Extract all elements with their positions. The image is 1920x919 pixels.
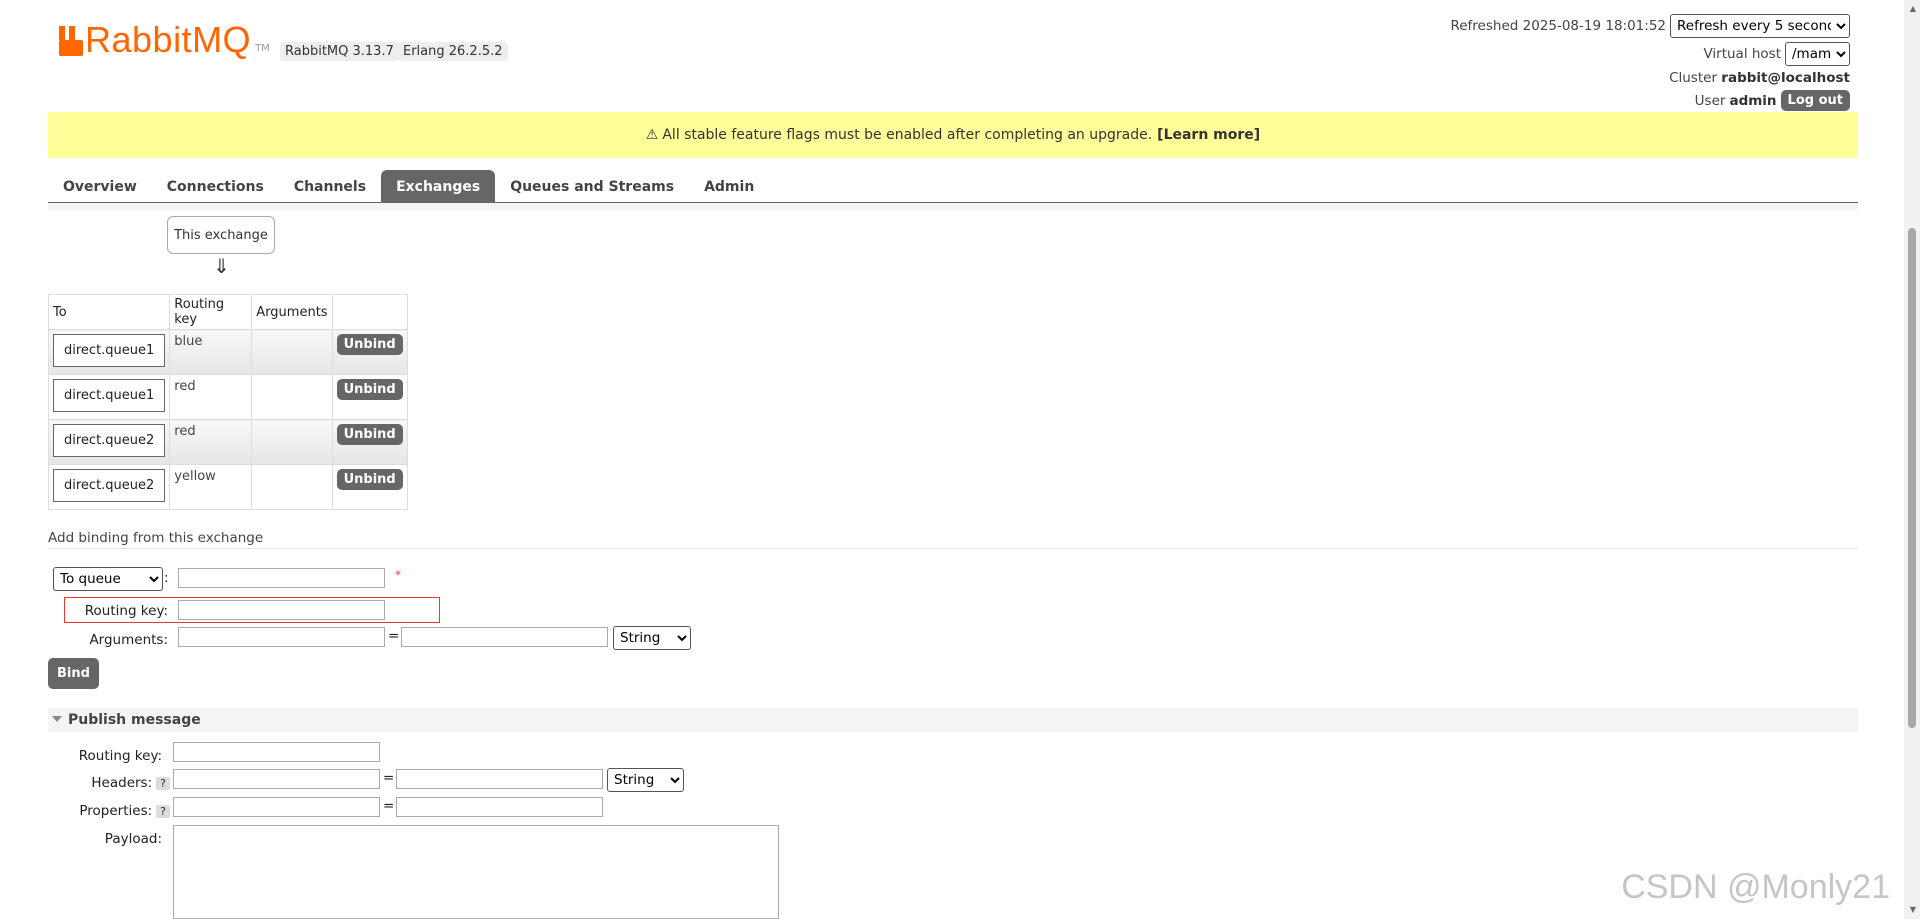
argument-value-input[interactable] [401,627,608,647]
watermark: CSDN @Monly21 [1621,868,1890,906]
rabbitmq-version-badge: RabbitMQ 3.13.7 [280,42,399,61]
table-row: direct.queue2 red Unbind [47,419,408,465]
required-mark: * [395,568,401,582]
destination-queue-input[interactable] [178,568,385,588]
binding-routing-key: red [169,419,253,465]
refresh-interval-select[interactable]: Refresh every 5 seconds [1670,14,1850,38]
virtual-host-label: Virtual host [1703,46,1781,62]
binding-arguments [251,419,333,465]
binding-destination[interactable]: direct.queue2 [53,469,166,502]
rabbitmq-logo-icon [59,26,83,56]
payload-textarea[interactable] [173,825,779,919]
argument-type-select[interactable]: String [613,626,691,650]
equals-sign: = [388,628,400,644]
colon: : [164,570,169,586]
virtual-host-row: Virtual host /mamf [1703,42,1850,66]
bind-button[interactable]: Bind [48,658,99,689]
tab-admin[interactable]: Admin [689,170,769,202]
learn-more-link[interactable]: [Learn more] [1157,127,1260,143]
routing-key-label: Routing key: [84,603,168,619]
publish-message-toggle[interactable]: Publish message [52,712,201,728]
publish-message-title: Publish message [68,712,201,728]
col-routing-key: Routing key [169,294,253,330]
routing-key-input[interactable] [178,600,385,620]
publish-routing-key-label: Routing key: [78,748,162,764]
user-value: admin [1729,92,1777,109]
unbind-button[interactable]: Unbind [336,469,403,490]
erlang-version-badge: Erlang 26.2.5.2 [398,42,508,61]
tab-queues-and-streams[interactable]: Queues and Streams [495,170,689,202]
property-key-input[interactable] [173,797,380,817]
tab-channels[interactable]: Channels [279,170,381,202]
equals-sign: = [383,798,395,814]
refresh-row: Refreshed 2025-08-19 18:01:52 Refresh ev… [1450,14,1850,38]
publish-routing-key-input[interactable] [173,742,380,762]
tab-overview[interactable]: Overview [48,170,152,202]
headers-label: Headers: [91,775,153,791]
tab-exchanges[interactable]: Exchanges [381,170,496,202]
binding-arguments [251,329,333,375]
properties-label: Properties: [79,803,153,819]
binding-destination[interactable]: direct.queue1 [53,334,166,367]
feature-flags-banner: ⚠ All stable feature flags must be enabl… [48,112,1858,158]
cluster-row: Cluster rabbit@localhost [1669,70,1850,86]
bindings-table: To Routing key Arguments direct.queue1 b… [47,294,408,510]
properties-help-icon[interactable]: ? [156,805,170,818]
binding-routing-key: yellow [169,464,253,510]
binding-destination[interactable]: direct.queue2 [53,424,166,457]
scroll-down-icon[interactable]: ▼ [1910,905,1916,914]
user-label: User [1694,92,1726,109]
cluster-value: rabbit@localhost [1721,70,1850,86]
property-value-input[interactable] [396,797,603,817]
scrollbar-thumb[interactable] [1908,228,1916,728]
scroll-up-icon[interactable]: ▲ [1910,4,1916,13]
unbind-button[interactable]: Unbind [336,424,403,445]
binding-arguments [251,464,333,510]
logout-button[interactable]: Log out [1780,90,1850,111]
binding-arguments [251,374,333,420]
header-type-select[interactable]: String [607,768,684,792]
header-value-input[interactable] [396,769,603,789]
unbind-button[interactable]: Unbind [336,379,403,400]
headers-help-icon[interactable]: ? [156,777,170,790]
payload-label: Payload: [104,831,162,847]
section-strip [48,203,1858,210]
publish-message-header[interactable] [48,708,1858,732]
destination-type-select[interactable]: To queue [53,567,163,591]
col-to: To [47,294,171,330]
user-row: User admin Log out [1695,90,1850,111]
rabbitmq-logo: RabbitMQ TM [59,19,270,60]
headers-label-group: Headers:? [60,775,170,791]
argument-key-input[interactable] [178,627,385,647]
properties-label-group: Properties:? [60,803,170,819]
collapse-triangle-icon [52,716,62,722]
table-row: direct.queue2 yellow Unbind [47,464,408,510]
tab-connections[interactable]: Connections [152,170,279,202]
virtual-host-select[interactable]: /mamf [1785,42,1850,66]
logo-tm: TM [255,43,270,54]
section-divider [48,548,1858,549]
cluster-label: Cluster [1669,70,1717,86]
table-row: direct.queue1 red Unbind [47,374,408,420]
binding-destination[interactable]: direct.queue1 [53,379,166,412]
col-arguments: Arguments [251,294,333,330]
refreshed-label: Refreshed 2025-08-19 18:01:52 [1450,18,1666,34]
binding-routing-key: red [169,374,253,420]
main-tabs: Overview Connections Channels Exchanges … [48,170,1858,203]
logo-text: RabbitMQ [85,19,252,60]
add-binding-title: Add binding from this exchange [48,530,264,546]
table-row: direct.queue1 blue Unbind [47,329,408,375]
unbind-button[interactable]: Unbind [336,334,403,355]
this-exchange-box: This exchange [167,216,275,254]
col-actions [331,294,408,330]
arguments-label: Arguments: [89,632,168,648]
warning-icon: ⚠ [645,127,659,143]
header-key-input[interactable] [173,769,380,789]
down-arrow-icon: ⇓ [213,254,230,278]
binding-routing-key: blue [169,329,253,375]
banner-text: All stable feature flags must be enabled… [662,127,1153,143]
equals-sign: = [383,770,395,786]
